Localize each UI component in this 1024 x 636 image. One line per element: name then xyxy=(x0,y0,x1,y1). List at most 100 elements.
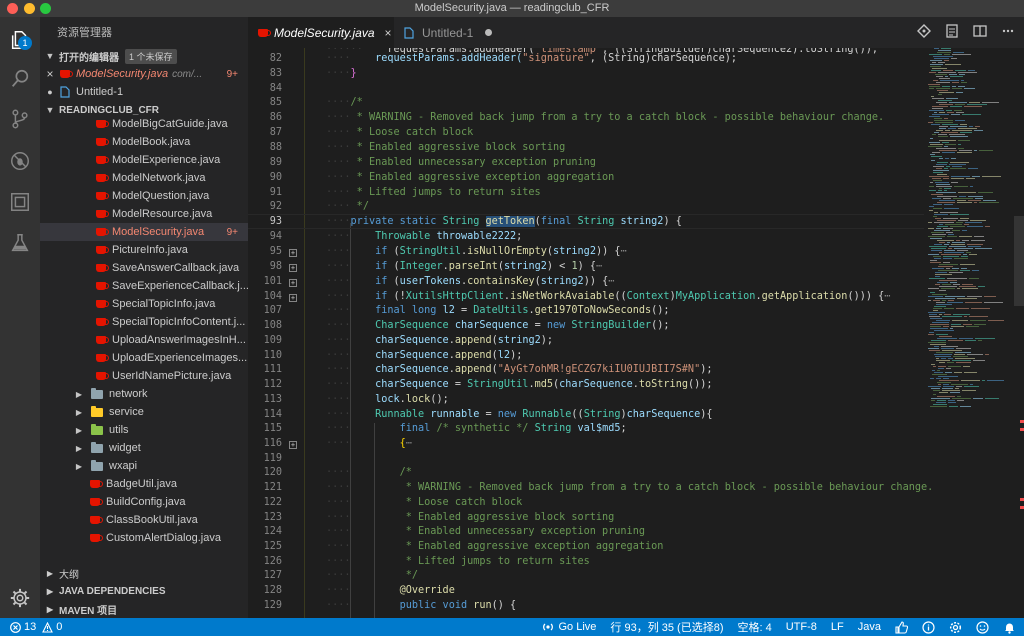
minimap-line xyxy=(941,348,954,349)
settings-gear-icon[interactable] xyxy=(7,585,33,611)
git-compare-icon[interactable] xyxy=(916,23,932,39)
folder-item[interactable]: ▶ network xyxy=(40,385,248,403)
minimap-line xyxy=(938,100,952,101)
file-item[interactable]: SpecialTopicInfoContent.j... xyxy=(40,313,248,331)
code-line-87: ···· * Loose catch block xyxy=(326,127,474,138)
file-item[interactable]: ClassBookUtil.java xyxy=(40,511,248,529)
notifications-bell-icon[interactable] xyxy=(1003,621,1016,634)
vertical-scrollbar[interactable] xyxy=(1014,48,1024,618)
file-item[interactable]: ModelExperience.java xyxy=(40,151,248,169)
split-editor-icon[interactable] xyxy=(972,23,988,39)
source-control-icon[interactable] xyxy=(7,106,33,132)
file-item[interactable]: CustomAlertDialog.java xyxy=(40,529,248,547)
file-item[interactable]: UploadExperienceImages... xyxy=(40,349,248,367)
minimap-line xyxy=(941,358,946,359)
folder-item[interactable]: ▶ utils xyxy=(40,421,248,439)
debug-icon[interactable] xyxy=(7,148,33,174)
file-item[interactable]: ModelResource.java xyxy=(40,205,248,223)
language-mode[interactable]: Java xyxy=(858,621,881,633)
file-item[interactable]: PictureInfo.java xyxy=(40,241,248,259)
tab-modelsecurity[interactable]: ModelSecurity.java × xyxy=(248,17,394,48)
fold-expand-icon[interactable]: + xyxy=(289,279,297,287)
close-icon[interactable]: × xyxy=(385,26,392,40)
go-live-button[interactable]: Go Live xyxy=(542,621,596,633)
line-number: 95 xyxy=(269,246,282,257)
minimap-line xyxy=(944,168,948,169)
minimap-line xyxy=(962,230,967,231)
thumbs-up-icon[interactable] xyxy=(895,620,908,634)
minimap-line xyxy=(930,64,943,65)
extensions-icon[interactable] xyxy=(7,189,33,215)
minimap-line xyxy=(933,366,936,367)
unsaved-dot-icon[interactable] xyxy=(485,29,493,36)
test-flask-icon[interactable] xyxy=(7,230,33,256)
minimap-line xyxy=(971,308,990,309)
fold-expand-icon[interactable]: + xyxy=(289,264,297,272)
minimap-line xyxy=(956,240,960,241)
file-item[interactable]: ModelQuestion.java xyxy=(40,187,248,205)
minimap-line xyxy=(947,278,967,279)
info-icon[interactable] xyxy=(922,620,935,634)
close-icon[interactable]: × xyxy=(40,67,60,81)
file-label: ModelBook.java xyxy=(112,136,191,148)
folder-item[interactable]: ▶ wxapi xyxy=(40,457,248,475)
encoding-setting[interactable]: UTF-8 xyxy=(786,621,817,633)
outline-section-header[interactable]: ▶ 大纲 xyxy=(40,564,248,582)
code-line-83: ····} xyxy=(326,68,357,79)
problems-status[interactable]: 13 0 xyxy=(10,621,62,633)
minimap-line xyxy=(942,388,953,389)
file-item[interactable]: ModelNetwork.java xyxy=(40,169,248,187)
open-editor-item-untitled[interactable]: ● Untitled-1 xyxy=(40,83,248,101)
fold-expand-icon[interactable]: + xyxy=(289,249,297,257)
minimap-line xyxy=(935,218,941,219)
minimap-line xyxy=(928,84,940,85)
file-item[interactable]: ModelSecurity.java 9+ xyxy=(40,223,248,241)
open-editor-item-modelsecurity[interactable]: × ModelSecurity.java com/... 9+ xyxy=(40,65,248,83)
line-number: 87 xyxy=(269,127,282,138)
minimap-line xyxy=(945,158,949,159)
file-item[interactable]: SpecialTopicInfo.java xyxy=(40,295,248,313)
minimap-line xyxy=(956,112,964,113)
java-dependencies-header[interactable]: ▶ JAVA DEPENDENCIES xyxy=(40,582,248,600)
minimap-line xyxy=(962,240,969,241)
cursor-position[interactable]: 行 93，列 35 (已选择8) xyxy=(610,619,723,635)
open-editors-header[interactable]: ▼ 打开的编辑器 1 个未保存 xyxy=(40,47,248,65)
fold-expand-icon[interactable]: + xyxy=(289,294,297,302)
maven-header[interactable]: ▶ MAVEN 项目 xyxy=(40,600,248,618)
scrollbar-thumb[interactable] xyxy=(1014,216,1024,306)
code-editor[interactable]: 82 83 84 85 86 87 88 89 90 91 92 93 94 95 +98 +101 +104 +… xyxy=(248,48,1024,618)
more-actions-icon[interactable] xyxy=(1000,23,1016,39)
folder-item[interactable]: ▶ widget xyxy=(40,439,248,457)
feedback-smiley-icon[interactable] xyxy=(976,620,989,634)
file-item[interactable]: BadgeUtil.java xyxy=(40,475,248,493)
minimap-line xyxy=(932,198,941,199)
folder-item[interactable]: ▶ service xyxy=(40,403,248,421)
minimap-line xyxy=(930,324,949,325)
fold-expand-icon[interactable]: + xyxy=(289,441,297,449)
file-item[interactable]: UploadAnswerImagesInH... xyxy=(40,331,248,349)
settings-sync-icon[interactable] xyxy=(949,621,962,634)
file-label: UserIdNamePicture.java xyxy=(112,370,232,382)
minimap-line xyxy=(985,398,999,399)
file-item[interactable]: UserIdNamePicture.java xyxy=(40,367,248,385)
file-item[interactable]: SaveExperienceCallback.j... xyxy=(40,277,248,295)
indentation-setting[interactable]: 空格: 4 xyxy=(738,619,772,635)
eol-setting[interactable]: LF xyxy=(831,621,844,633)
java-file-icon xyxy=(96,120,109,128)
open-preview-icon[interactable] xyxy=(944,23,960,39)
file-item[interactable]: ModelBigCatGuide.java xyxy=(40,115,248,133)
search-icon[interactable] xyxy=(7,66,33,92)
minimap-line xyxy=(932,294,947,295)
minimap-line xyxy=(933,170,949,171)
minimap[interactable] xyxy=(924,48,1014,618)
minimap-line xyxy=(970,384,973,385)
file-item[interactable]: ModelBook.java xyxy=(40,133,248,151)
tab-untitled[interactable]: Untitled-1 xyxy=(394,17,500,48)
minimap-line xyxy=(936,334,948,335)
minimap-line xyxy=(943,218,958,219)
line-number: 92 xyxy=(269,201,282,212)
minimap-line xyxy=(969,254,977,255)
file-item[interactable]: BuildConfig.java xyxy=(40,493,248,511)
file-item[interactable]: SaveAnswerCallback.java xyxy=(40,259,248,277)
minimap-line xyxy=(968,70,975,71)
